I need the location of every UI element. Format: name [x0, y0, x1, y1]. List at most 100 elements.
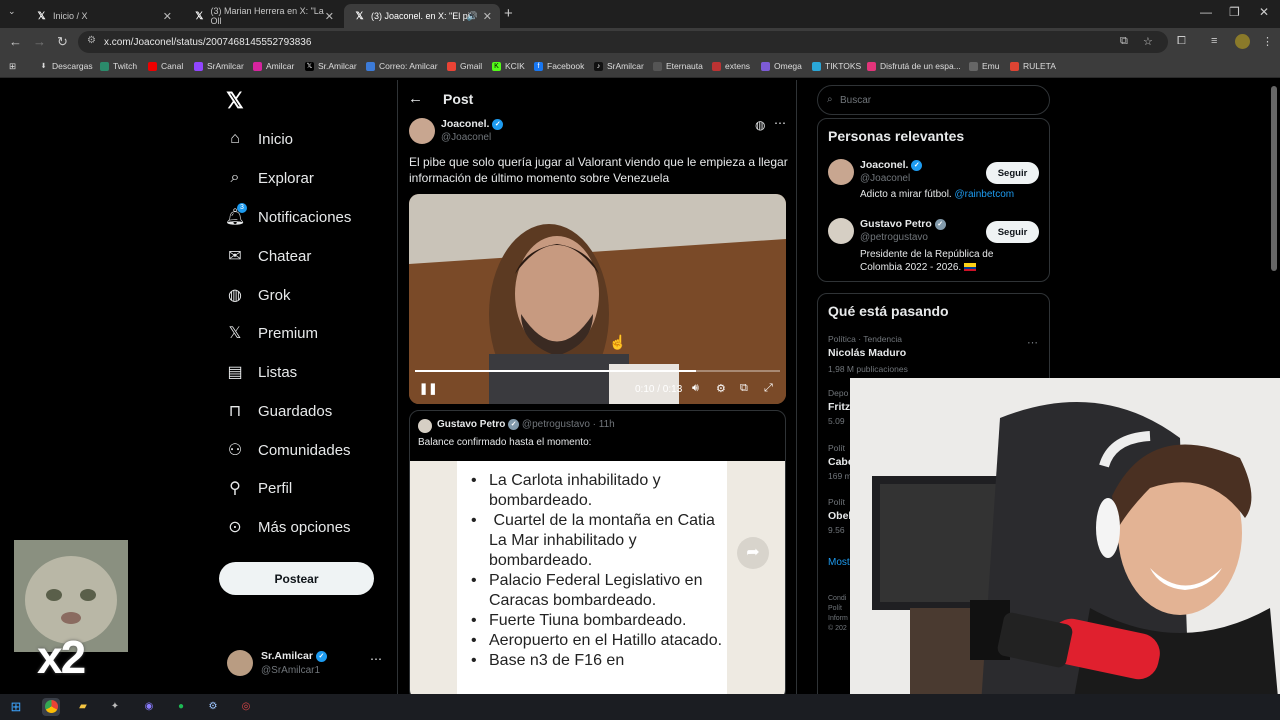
browser-tab-strip: ⌄ 𝕏 Inicio / X ✕ 𝕏 (3) Marian Herrera en…: [0, 0, 1280, 28]
person-name[interactable]: Joaconel. ✓: [860, 159, 923, 171]
bookmark-tiktok-sramilcar[interactable]: ♪ SrAmilcar: [594, 61, 644, 71]
sidebar-item-explorar[interactable]: ⌕ Explorar: [226, 169, 314, 187]
more-dots-icon[interactable]: ⋯: [1027, 336, 1038, 349]
volume-icon[interactable]: 🔊︎: [692, 382, 699, 395]
bookmark-descargas[interactable]: ⬇ Descargas: [39, 61, 93, 71]
profile-avatar[interactable]: [1235, 34, 1250, 49]
verified-icon: ✓: [508, 419, 520, 430]
menu-kebab-icon[interactable]: ⋮: [1262, 35, 1273, 48]
star-icon[interactable]: ☆: [1143, 35, 1153, 48]
person-name[interactable]: Gustavo Petro ✓: [860, 218, 946, 230]
site-info-icon[interactable]: ⚙: [87, 35, 96, 46]
bookmark-ruleta[interactable]: RULETA: [1010, 61, 1056, 71]
media-icon[interactable]: ≡: [1211, 35, 1217, 47]
bookmark-sr-amilcar[interactable]: 𝕏 Sr.Amilcar: [305, 61, 357, 71]
bookmark-omega[interactable]: Omega: [761, 61, 802, 71]
sidebar-item-guardados[interactable]: ⊓ Guardados: [226, 402, 332, 421]
show-more-link[interactable]: Most: [828, 557, 850, 568]
close-icon[interactable]: ✕: [325, 10, 334, 23]
back-arrow-icon[interactable]: ←: [408, 90, 423, 107]
quoted-post[interactable]: Gustavo Petro ✓ @petrogustavo · 11h Bala…: [409, 410, 786, 694]
sidebar-item-grok[interactable]: ◍ Grok: [226, 286, 291, 305]
sidebar-item-inicio[interactable]: ⌂ Inicio: [226, 130, 293, 148]
avatar[interactable]: [828, 218, 854, 244]
notification-badge: 3: [237, 203, 247, 213]
back-arrow-icon[interactable]: ←: [9, 34, 22, 49]
bookmark-canal[interactable]: Canal: [148, 61, 183, 71]
trend-item[interactable]: Depo Fritz 5.09: [828, 388, 850, 426]
more-dots-icon[interactable]: ⋯: [774, 116, 786, 130]
grok-icon[interactable]: ◍: [755, 118, 765, 132]
video-progress-track[interactable]: [415, 370, 780, 372]
forward-arrow-icon[interactable]: →: [33, 34, 46, 49]
reload-icon[interactable]: ↻: [57, 34, 68, 50]
person-bio: Adicto a mirar fútbol. @rainbetcom: [860, 189, 1015, 200]
bookmark-extens[interactable]: extens: [712, 61, 750, 71]
video-player[interactable]: ❚❚ 0:10 / 0:13 🔊︎ ⚙ ⧉ ⤢ ☝: [409, 194, 786, 404]
close-icon[interactable]: ✕: [163, 10, 172, 23]
extensions-icon[interactable]: ⧠: [1177, 35, 1186, 48]
address-bar[interactable]: ⚙ x.com/Joaconel/status/2007468145552793…: [78, 31, 1168, 53]
chrome-icon[interactable]: [42, 698, 60, 716]
steam-icon[interactable]: ⚙: [204, 698, 222, 716]
bookmark-correo[interactable]: Correo: Amilcar: [366, 61, 438, 71]
tab-inicio[interactable]: 𝕏 Inicio / X ✕: [26, 4, 180, 28]
speaker-icon[interactable]: 🔊: [467, 11, 478, 22]
search-input[interactable]: ⌕ Buscar: [817, 85, 1050, 115]
sidebar-item-chatear[interactable]: ✉ Chatear: [226, 247, 311, 266]
sidebar-item-mas-opciones[interactable]: ⊙ Más opciones: [226, 518, 350, 537]
bio-link[interactable]: @rainbetcom: [954, 189, 1014, 200]
sidebar-item-premium[interactable]: 𝕏 Premium: [226, 324, 318, 343]
tab-marian[interactable]: 𝕏 (3) Marian Herrera en X: "La Oll ✕: [184, 4, 342, 28]
new-tab-button[interactable]: +: [504, 5, 513, 22]
bookmark-facebook[interactable]: f Facebook: [534, 61, 584, 71]
pip-icon[interactable]: ⧉: [740, 382, 748, 395]
settings-gear-icon[interactable]: ⚙: [716, 382, 726, 395]
sidebar-item-notificaciones[interactable]: 🔔︎ 3 Notificaciones: [225, 203, 351, 226]
post-button[interactable]: Postear: [219, 562, 374, 595]
restore-button[interactable]: ❐: [1229, 5, 1240, 19]
tab-joaconel[interactable]: 𝕏 (3) Joaconel. en X: "El pibe 🔊 ✕: [344, 4, 500, 28]
bookmark-tiktoks[interactable]: TIKTOKS: [812, 61, 861, 71]
window-close-button[interactable]: ✕: [1259, 5, 1269, 19]
scrollbar-thumb[interactable]: [1271, 86, 1277, 271]
follow-button[interactable]: Seguir: [986, 221, 1039, 243]
tab-search-icon[interactable]: ⌄: [8, 6, 16, 17]
sidebar-item-listas[interactable]: ▤ Listas: [226, 363, 297, 382]
bookmark-icon: ⊓: [228, 403, 242, 420]
obs-icon[interactable]: ◎: [237, 698, 255, 716]
install-icon[interactable]: ⧉: [1120, 35, 1128, 48]
author-name: Joaconel. ✓: [441, 118, 504, 130]
close-icon[interactable]: ✕: [483, 10, 492, 23]
bookmark-eternauta[interactable]: Eternauta: [653, 61, 703, 71]
file-explorer-icon[interactable]: ▰: [74, 698, 92, 716]
bookmark-sramilcar[interactable]: SrAmilcar: [194, 61, 244, 71]
apps-grid-icon[interactable]: ⊞: [9, 61, 16, 72]
spotify-icon[interactable]: ●: [172, 698, 190, 716]
sidebar-item-comunidades[interactable]: ⚇ Comunidades: [226, 441, 351, 460]
bookmark-kcik[interactable]: K KCIK: [492, 61, 525, 71]
windows-start-icon[interactable]: ⊞: [7, 698, 25, 716]
trend-item[interactable]: Polít Obel 9.56: [828, 497, 851, 535]
pause-icon[interactable]: ❚❚: [419, 382, 437, 395]
bookmark-gmail[interactable]: Gmail: [447, 61, 482, 71]
account-switcher[interactable]: Sr.Amilcar ✓ @SrAmilcar1 ⋯: [227, 650, 387, 680]
bookmark-amilcar[interactable]: Amilcar: [253, 61, 294, 71]
trend-item[interactable]: Política · Tendencia Nicolás Maduro 1,98…: [828, 334, 1038, 374]
more-dots-icon[interactable]: ⋯: [370, 652, 382, 666]
follow-button[interactable]: Seguir: [986, 162, 1039, 184]
sidebar-item-perfil[interactable]: ⚲ Perfil: [226, 479, 292, 498]
minimize-button[interactable]: —: [1200, 5, 1212, 19]
quote-image[interactable]: • La Carlota inhabilitado y bombardeado. …: [410, 461, 785, 694]
fullscreen-icon[interactable]: ⤢: [764, 382, 773, 395]
bookmark-emu[interactable]: Emu: [969, 61, 999, 71]
x-logo-icon[interactable]: 𝕏: [226, 88, 244, 114]
bookmark-disfruta[interactable]: Disfrutá de un espa...: [867, 61, 961, 71]
panel-title: Personas relevantes: [828, 128, 965, 144]
doc-line: • Cuartel de la montaña en Catia La Mar …: [471, 512, 720, 569]
discord-icon[interactable]: ◉: [140, 698, 158, 716]
bookmark-twitch[interactable]: Twitch: [100, 61, 137, 71]
avatar[interactable]: [828, 159, 854, 185]
video-progress-fill: [415, 370, 697, 372]
app-icon[interactable]: ✦: [106, 698, 124, 716]
